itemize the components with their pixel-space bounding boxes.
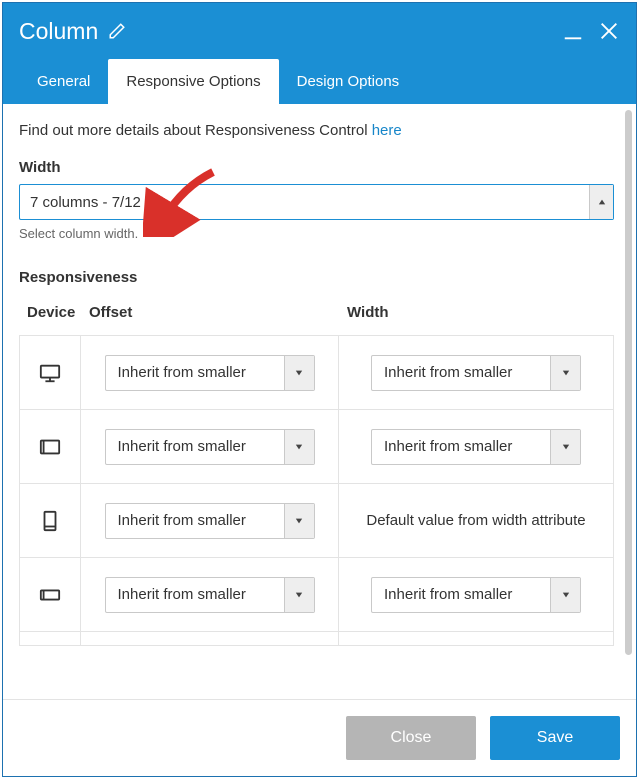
responsiveness-label: Responsiveness (19, 269, 614, 286)
offset-select[interactable]: Inherit from smaller (105, 503, 315, 539)
offset-select[interactable]: Inherit from smaller (105, 355, 315, 391)
tab-content: Find out more details about Responsivene… (3, 104, 636, 699)
offset-value: Inherit from smaller (106, 504, 284, 538)
tab-general[interactable]: General (19, 59, 108, 104)
caret-down-icon (284, 356, 314, 390)
caret-down-icon (284, 578, 314, 612)
width-default-text: Default value from width attribute (358, 511, 593, 531)
dialog-footer: Close Save (3, 699, 636, 776)
offset-select[interactable]: Inherit from smaller (105, 429, 315, 465)
width-row-select[interactable]: Inherit from smaller (371, 355, 581, 391)
device-cell (19, 484, 81, 557)
tablet-landscape-icon (39, 436, 61, 458)
intro-link[interactable]: here (372, 122, 402, 139)
table-row: Inherit from smaller Inherit from smalle… (19, 410, 614, 484)
caret-down-icon (550, 430, 580, 464)
width-row-value: Inherit from smaller (372, 578, 550, 612)
column-settings-dialog: Column General Responsive Options Design… (2, 2, 637, 777)
responsiveness-table: Inherit from smaller Inherit from smalle… (19, 335, 614, 646)
width-row-select[interactable]: Inherit from smaller (371, 429, 581, 465)
tab-responsive-options[interactable]: Responsive Options (108, 59, 278, 104)
width-row-value: Inherit from smaller (372, 356, 550, 390)
device-cell (19, 558, 81, 631)
header-device: Device (27, 304, 89, 321)
intro-text-body: Find out more details about Responsivene… (19, 122, 372, 139)
offset-select[interactable]: Inherit from smaller (105, 577, 315, 613)
caret-up-icon (589, 185, 613, 219)
minimize-button[interactable] (562, 20, 584, 42)
dialog-titlebar: Column (3, 3, 636, 59)
caret-down-icon (284, 430, 314, 464)
table-row: Inherit from smaller Inherit from smalle… (19, 558, 614, 632)
table-row: Inherit from smaller Inherit from smalle… (19, 336, 614, 410)
device-cell (19, 336, 81, 409)
offset-value: Inherit from smaller (106, 356, 284, 390)
offset-value: Inherit from smaller (106, 578, 284, 612)
width-label: Width (19, 159, 614, 176)
device-cell (19, 410, 81, 483)
width-row-value: Inherit from smaller (372, 430, 550, 464)
tabs: General Responsive Options Design Option… (3, 59, 636, 104)
caret-down-icon (550, 578, 580, 612)
close-icon-button[interactable] (598, 20, 620, 42)
edit-icon (108, 22, 126, 40)
header-offset: Offset (89, 304, 347, 321)
intro-text: Find out more details about Responsivene… (19, 122, 614, 139)
table-row: Inherit from smaller Default value from … (19, 484, 614, 558)
responsiveness-header: Device Offset Width (19, 294, 614, 335)
dialog-title: Column (19, 18, 98, 45)
close-button[interactable]: Close (346, 716, 476, 760)
tab-design-options[interactable]: Design Options (279, 59, 418, 104)
scrollbar[interactable] (625, 110, 632, 655)
table-row (19, 632, 614, 646)
save-button[interactable]: Save (490, 716, 620, 760)
header-width: Width (347, 304, 606, 321)
tablet-portrait-icon (39, 510, 61, 532)
width-hint: Select column width. (19, 226, 614, 241)
width-select-value: 7 columns - 7/12 (20, 185, 589, 219)
desktop-icon (39, 362, 61, 384)
offset-value: Inherit from smaller (106, 430, 284, 464)
caret-down-icon (284, 504, 314, 538)
caret-down-icon (550, 356, 580, 390)
width-select[interactable]: 7 columns - 7/12 (19, 184, 614, 220)
width-row-select[interactable]: Inherit from smaller (371, 577, 581, 613)
phone-landscape-icon (39, 584, 61, 606)
